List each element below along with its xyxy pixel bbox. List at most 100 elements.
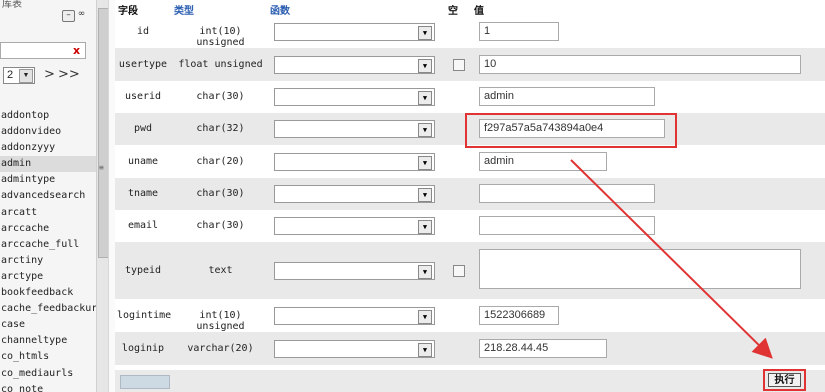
value-input-id[interactable]: 1 bbox=[479, 22, 559, 41]
edit-row-panel: 字段 类型 函数 空 值 id int(10) unsigned ▼ 1 usertyp… bbox=[115, 0, 825, 392]
field-type: char(20) bbox=[196, 155, 245, 167]
chevron-down-icon: ▼ bbox=[418, 155, 432, 170]
field-name: userid bbox=[124, 91, 162, 102]
clear-filter-icon[interactable]: x bbox=[73, 44, 80, 57]
field-type: text bbox=[208, 264, 233, 276]
field-name: loginip bbox=[121, 342, 165, 354]
header-null: 空 bbox=[448, 6, 458, 17]
chevron-down-icon: ▼ bbox=[418, 264, 432, 279]
sidebar-item-addontop[interactable]: addontop bbox=[0, 108, 96, 124]
field-type: int(10) unsigned bbox=[196, 26, 245, 48]
execute-highlight-box: 执行 bbox=[763, 369, 806, 391]
sidebar-item-co_note[interactable]: co_note bbox=[0, 382, 96, 392]
table-sidebar: 库表 – ∞ x 2 ▼ > >> addontop addonvideo addo… bbox=[0, 0, 96, 392]
sidebar-item-channeltype[interactable]: channeltype bbox=[0, 333, 96, 349]
header-type[interactable]: 类型 bbox=[174, 2, 194, 17]
null-checkbox[interactable] bbox=[453, 58, 465, 71]
function-select[interactable]: ▼ bbox=[274, 185, 435, 203]
sidebar-item-advancedsearch[interactable]: advancedsearch bbox=[0, 188, 96, 204]
execute-button[interactable]: 执行 bbox=[768, 373, 801, 387]
chevron-down-icon: ▼ bbox=[418, 123, 432, 137]
value-input-usertype[interactable]: 10 bbox=[479, 54, 801, 74]
table-row: usertype float unsigned ▼ 10 bbox=[115, 48, 825, 81]
chevron-down-icon: ▼ bbox=[418, 220, 432, 234]
function-select[interactable]: ▼ bbox=[274, 339, 435, 358]
header-function[interactable]: 函数 bbox=[270, 2, 290, 17]
table-row: typeid text ▼ bbox=[115, 242, 825, 299]
function-select[interactable]: ▼ bbox=[274, 55, 435, 74]
table-row: logintime int(10) unsigned ▼ 1522306689 bbox=[115, 299, 825, 332]
table-row: loginip varchar(20) ▼ 218.28.44.45 bbox=[115, 332, 825, 365]
sidebar-item-arcatt[interactable]: arcatt bbox=[0, 205, 96, 221]
function-select[interactable]: ▼ bbox=[274, 261, 435, 280]
chevron-down-icon: ▼ bbox=[418, 58, 432, 73]
header-value: 值 bbox=[474, 6, 484, 17]
value-input-email[interactable] bbox=[479, 216, 655, 235]
function-select[interactable]: ▼ bbox=[274, 152, 435, 171]
value-input-uname[interactable]: admin bbox=[479, 151, 607, 171]
sidebar-item-addonvideo[interactable]: addonvideo bbox=[0, 124, 96, 140]
minus-icon[interactable]: – bbox=[62, 10, 75, 22]
page-select[interactable]: 2 ▼ bbox=[3, 67, 35, 84]
pwd-highlight-box bbox=[465, 113, 677, 148]
last-page-button[interactable]: >> bbox=[58, 67, 80, 82]
table-row: uname char(20) ▼ admin bbox=[115, 145, 825, 178]
page-select-value: 2 bbox=[7, 69, 14, 81]
sidebar-item-admintype[interactable]: admintype bbox=[0, 172, 96, 188]
sidebar-item-arccache_full[interactable]: arccache_full bbox=[0, 237, 96, 253]
table-row: email char(30) ▼ bbox=[115, 210, 825, 242]
field-name: uname bbox=[127, 155, 159, 167]
chevron-down-icon: ▼ bbox=[418, 26, 432, 40]
table-list: addontop addonvideo addonzyyy admin admintyp… bbox=[0, 108, 96, 392]
field-name: tname bbox=[127, 188, 159, 199]
null-checkbox[interactable] bbox=[453, 264, 465, 277]
sidebar-item-arctiny[interactable]: arctiny bbox=[0, 253, 96, 269]
sidebar-item-co_htmls[interactable]: co_htmls bbox=[0, 349, 96, 365]
table-row: userid char(30) ▼ admin bbox=[115, 81, 825, 113]
sidebar-item-co_mediaurls[interactable]: co_mediaurls bbox=[0, 366, 96, 382]
function-select[interactable]: ▼ bbox=[274, 306, 435, 325]
field-name: usertype bbox=[118, 58, 168, 70]
chevron-down-icon: ▼ bbox=[418, 91, 432, 105]
column-header: 字段 类型 函数 空 值 bbox=[115, 0, 825, 17]
field-name: pwd bbox=[133, 123, 153, 134]
bottom-bar bbox=[115, 370, 825, 392]
sidebar-item-addonzyyy[interactable]: addonzyyy bbox=[0, 140, 96, 156]
sidebar-item-arccache[interactable]: arccache bbox=[0, 221, 96, 237]
function-select[interactable]: ▼ bbox=[274, 120, 435, 138]
sidebar-item-admin[interactable]: admin bbox=[0, 156, 96, 173]
value-input-logintime[interactable]: 1522306689 bbox=[479, 305, 559, 325]
field-type: varchar(20) bbox=[187, 342, 254, 354]
value-input-typeid[interactable] bbox=[479, 248, 801, 289]
scrollbar-grip-icon: ≡ bbox=[99, 163, 104, 172]
field-type: char(32) bbox=[196, 123, 245, 134]
field-name: id bbox=[136, 26, 150, 37]
link-icon[interactable]: ∞ bbox=[76, 10, 87, 20]
header-field: 字段 bbox=[118, 6, 138, 17]
next-page-button[interactable]: > bbox=[44, 67, 55, 82]
function-select[interactable]: ▼ bbox=[274, 23, 435, 41]
field-name: typeid bbox=[124, 264, 162, 276]
chevron-down-icon: ▼ bbox=[418, 309, 432, 324]
value-input-tname[interactable] bbox=[479, 184, 655, 203]
field-name: email bbox=[127, 220, 159, 231]
field-name: logintime bbox=[117, 309, 172, 321]
sidebar-item-case[interactable]: case bbox=[0, 317, 96, 333]
chevron-down-icon: ▼ bbox=[418, 188, 432, 202]
table-row: id int(10) unsigned ▼ 1 bbox=[115, 16, 825, 48]
chevron-down-icon: ▼ bbox=[19, 69, 33, 83]
function-select[interactable]: ▼ bbox=[274, 88, 435, 106]
sidebar-item-bookfeedback[interactable]: bookfeedback bbox=[0, 285, 96, 301]
field-type: char(30) bbox=[196, 91, 245, 102]
function-select[interactable]: ▼ bbox=[274, 217, 435, 235]
field-type: char(30) bbox=[196, 220, 245, 231]
value-input-loginip[interactable]: 218.28.44.45 bbox=[479, 338, 607, 358]
sidebar-item-cache_feedbackurl[interactable]: cache_feedbackurl bbox=[0, 301, 96, 317]
field-type: float unsigned bbox=[178, 58, 263, 70]
field-type: int(10) unsigned bbox=[196, 309, 245, 332]
field-type: char(30) bbox=[196, 188, 245, 199]
chevron-down-icon: ▼ bbox=[418, 342, 432, 357]
value-input-userid[interactable]: admin bbox=[479, 87, 655, 106]
sidebar-item-arctype[interactable]: arctype bbox=[0, 269, 96, 285]
bottom-bar-scroll[interactable] bbox=[120, 375, 170, 389]
